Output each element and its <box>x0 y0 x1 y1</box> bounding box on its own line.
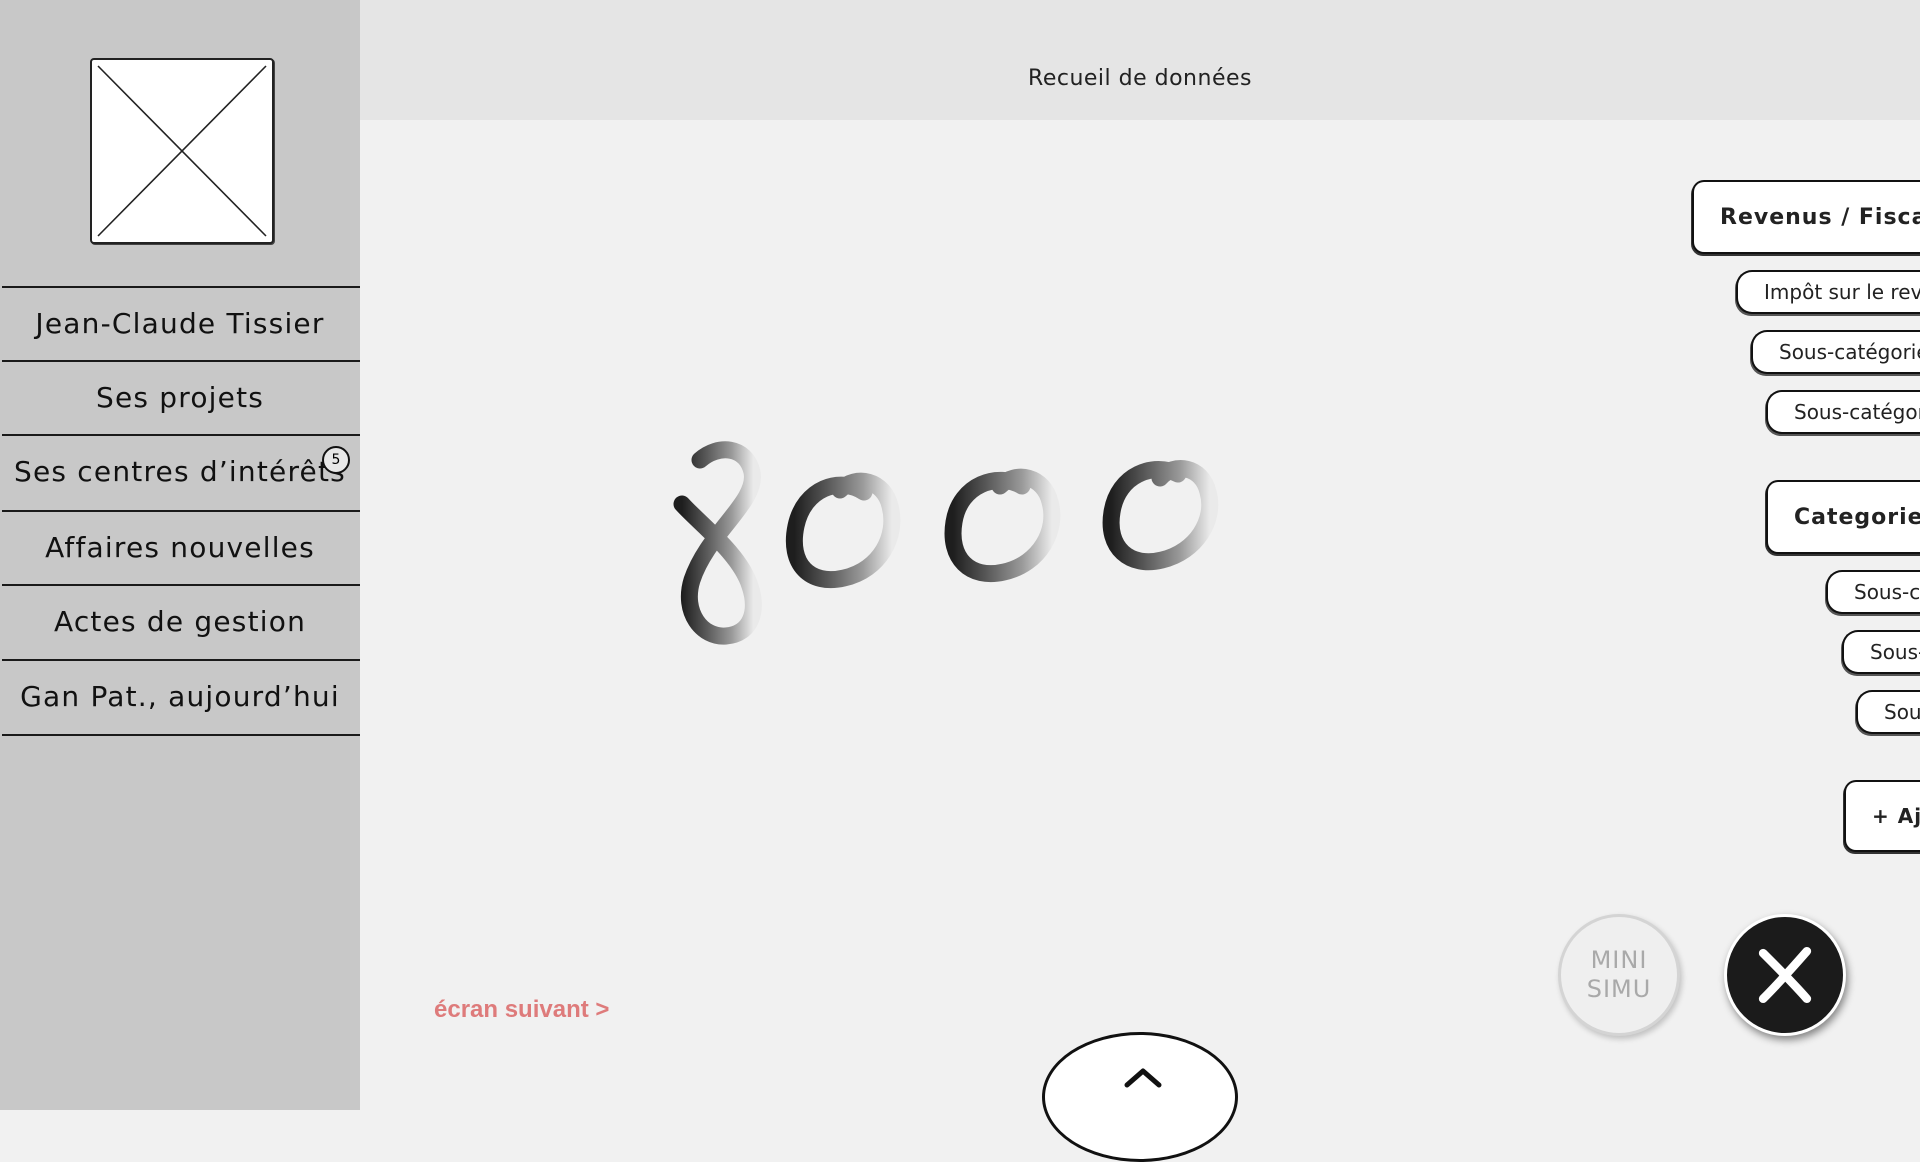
sidebar-item-label: Gan Pat., aujourd’hui <box>20 679 340 713</box>
subcategory-button[interactable]: Sous-catégorie <box>1856 690 1920 734</box>
sidebar-item-client[interactable]: Jean-Claude Tissier <box>0 286 360 360</box>
subcategory-impot-revenu-button[interactable]: Impôt sur le revenu <box>1736 270 1920 314</box>
sidebar-item-management[interactable]: Actes de gestion <box>0 584 360 658</box>
expand-panel-button[interactable] <box>1042 1032 1238 1162</box>
sidebar-item-interests[interactable]: Ses centres d’intérêts <box>0 434 360 508</box>
sidebar-item-gan-pat[interactable]: Gan Pat., aujourd’hui <box>0 659 360 733</box>
category-revenus-fiscalite-button[interactable]: Revenus / Fiscalité <box>1692 180 1920 254</box>
mini-simu-button[interactable]: MINI SIMU <box>1558 914 1680 1036</box>
add-category-button[interactable]: + Ajouter <box>1844 780 1920 852</box>
next-screen-link[interactable]: écran suivant > <box>434 996 609 1024</box>
notification-badge: 5 <box>322 446 350 474</box>
sidebar-item-projects[interactable]: Ses projets <box>0 360 360 434</box>
sidebar-item-label: Ses centres d’intérêts <box>14 454 346 488</box>
mini-simu-label: MINI <box>1590 946 1648 974</box>
sidebar-item-label: Ses projets <box>95 380 265 414</box>
header: Recueil de données <box>360 0 1920 120</box>
sidebar-item-label: Actes de gestion <box>53 604 307 638</box>
mini-simu-label: SIMU <box>1586 975 1652 1003</box>
sidebar: Jean-Claude Tissier Ses projets Ses cent… <box>0 0 360 1110</box>
handwritten-value[interactable] <box>660 440 1260 650</box>
sidebar-item-label: Affaires nouvelles <box>45 530 315 564</box>
divider <box>2 734 360 736</box>
subcategory-button[interactable]: Sous-catégorie <box>1751 330 1920 374</box>
sidebar-item-new-business[interactable]: Affaires nouvelles <box>0 510 360 584</box>
subcategory-button[interactable]: Sous-catégorie <box>1766 390 1920 434</box>
chevron-up-icon <box>1124 1068 1162 1088</box>
subcategory-button[interactable]: Sous-catégorie <box>1826 570 1920 614</box>
page-title: Recueil de données <box>1028 66 1252 91</box>
close-button[interactable] <box>1724 914 1846 1036</box>
sidebar-item-label: Jean-Claude Tissier <box>35 306 325 340</box>
subcategory-button[interactable]: Sous-catégorie <box>1842 630 1920 674</box>
category-button[interactable]: Categorie <box>1766 480 1920 554</box>
image-placeholder-icon <box>90 58 274 244</box>
close-icon <box>1758 946 1812 1004</box>
